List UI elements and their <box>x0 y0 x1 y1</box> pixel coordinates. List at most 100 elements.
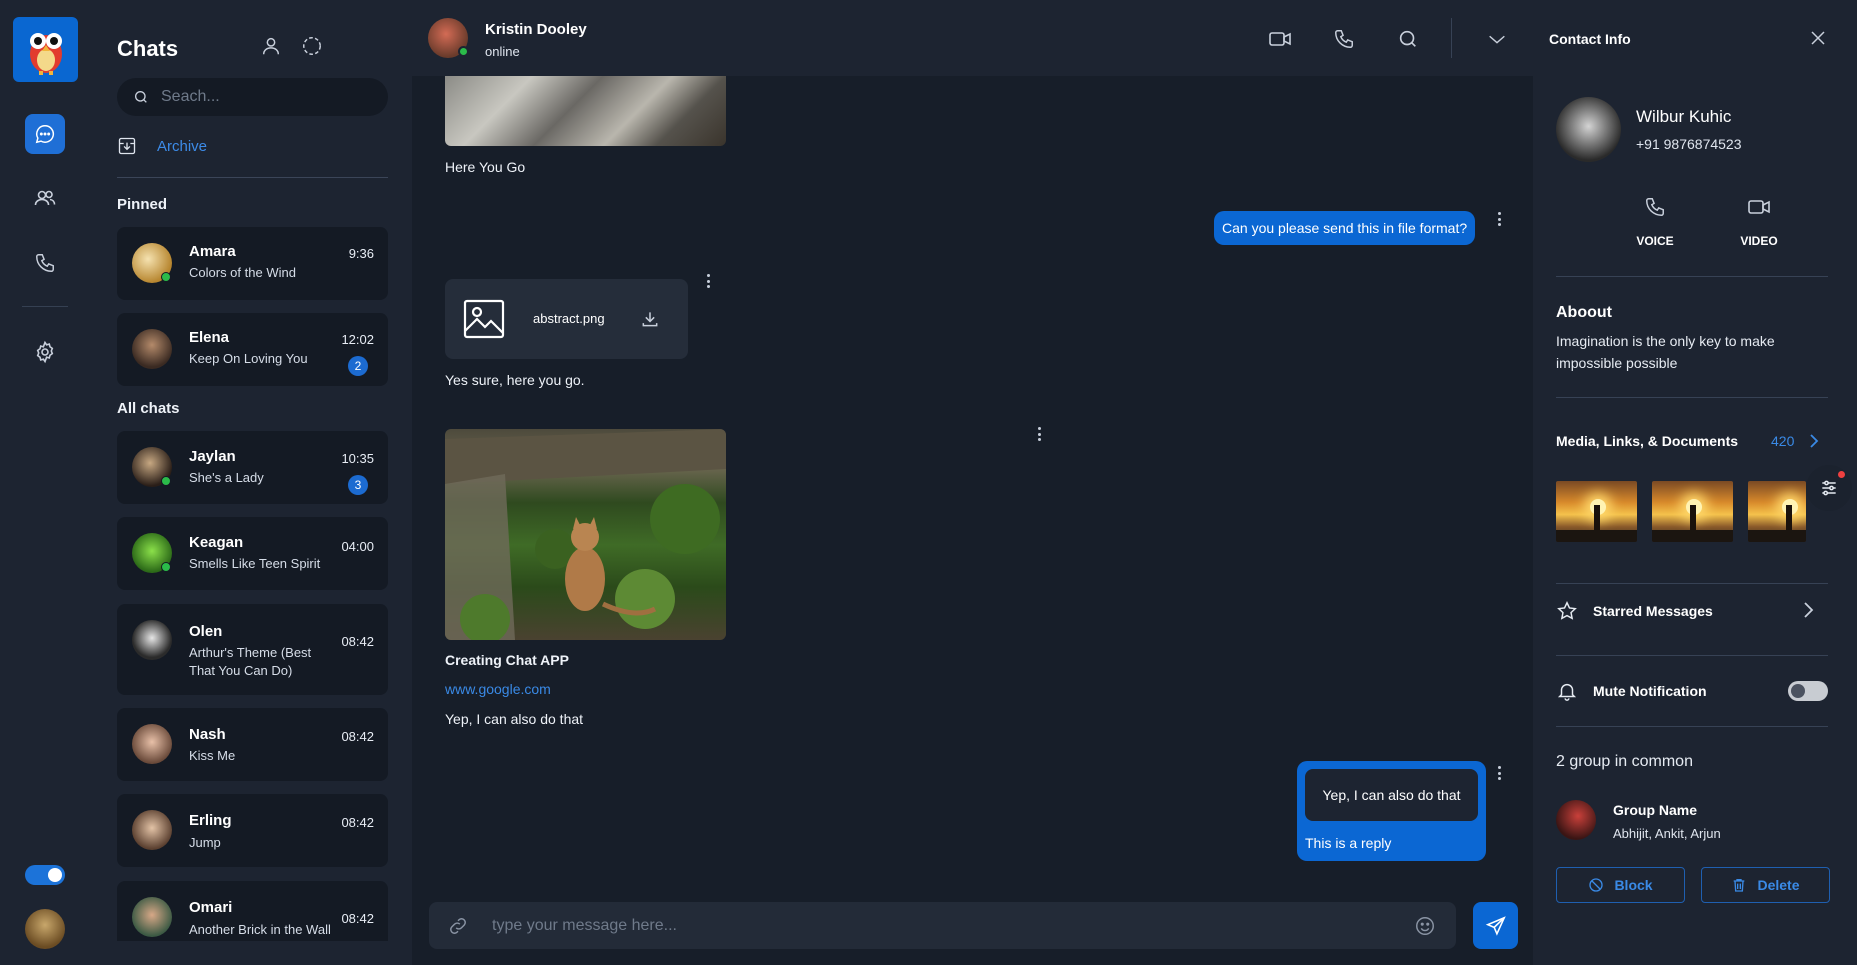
media-thumbnail[interactable] <box>1556 481 1637 542</box>
send-button[interactable] <box>1473 902 1518 949</box>
media-count[interactable]: 420 <box>1771 433 1794 449</box>
trash-icon <box>1734 879 1745 892</box>
message-menu-icon[interactable] <box>1035 425 1043 443</box>
message-menu-icon[interactable] <box>1495 210 1503 228</box>
message-menu-icon[interactable] <box>1495 764 1503 782</box>
section-divider <box>1556 726 1828 727</box>
search-bar[interactable] <box>117 78 388 116</box>
avatar <box>132 329 172 369</box>
toggle-knob <box>48 868 62 882</box>
chat-item-nash[interactable]: Nash Kiss Me 08:42 <box>117 708 388 781</box>
search-messages-button[interactable] <box>1395 26 1421 52</box>
chat-time: 9:36 <box>348 246 374 261</box>
star-icon <box>1557 601 1577 620</box>
chat-list-panel: Chats Archive Pinned Amara Colors of the… <box>89 0 412 965</box>
rail-divider <box>22 306 68 307</box>
chat-preview: Keep On Loving You <box>189 351 308 366</box>
chat-preview: She's a Lady <box>189 470 264 485</box>
filter-button[interactable] <box>1806 465 1852 511</box>
media-thumbnail[interactable] <box>1652 481 1733 542</box>
download-icon[interactable] <box>640 309 660 329</box>
notification-dot <box>1838 471 1845 478</box>
close-button[interactable] <box>1806 26 1830 50</box>
conversation-panel: Kristin Dooley online Here You Go Can yo… <box>412 0 1533 965</box>
mute-toggle[interactable] <box>1788 681 1828 701</box>
outgoing-message: Can you please send this in file format? <box>1214 211 1476 245</box>
message-text: Yep, I can also do that <box>445 711 584 727</box>
chevron-right-icon[interactable] <box>1802 601 1814 619</box>
chat-item-jaylan[interactable]: Jaylan She's a Lady 10:35 3 <box>117 431 388 504</box>
mute-notification-row: Mute Notification <box>1556 680 1707 702</box>
chat-item-olen[interactable]: Olen Arthur's Theme (Best That You Can D… <box>117 604 388 695</box>
profile-button[interactable] <box>259 34 283 58</box>
message-link[interactable]: www.google.com <box>445 681 551 697</box>
nav-groups-button[interactable] <box>25 178 65 218</box>
group-avatar[interactable] <box>1556 800 1596 840</box>
message-menu-icon[interactable] <box>704 272 712 290</box>
chat-item-amara[interactable]: Amara Colors of the Wind 9:36 <box>117 227 388 300</box>
nav-chats-button[interactable] <box>25 114 65 154</box>
delete-button[interactable]: Delete <box>1701 867 1830 903</box>
chevron-right-icon[interactable] <box>1808 433 1820 449</box>
archive-link[interactable]: Archive <box>117 136 207 156</box>
user-icon <box>262 37 280 55</box>
message-input[interactable] <box>492 914 1342 938</box>
avatar <box>132 897 172 937</box>
starred-messages-row[interactable]: Starred Messages <box>1556 600 1713 622</box>
chat-name: Nash <box>189 726 226 743</box>
video-call-action[interactable]: VIDEO <box>1729 195 1789 248</box>
search-input[interactable] <box>161 88 361 106</box>
contact-name[interactable]: Kristin Dooley <box>485 21 587 38</box>
image-file-icon <box>463 299 505 339</box>
chat-item-erling[interactable]: Erling Jump 08:42 <box>117 794 388 867</box>
nav-settings-button[interactable] <box>25 332 65 372</box>
phone-icon <box>1646 198 1664 216</box>
quoted-message[interactable]: Yep, I can also do that <box>1305 769 1478 821</box>
search-icon <box>1399 30 1416 47</box>
video-camera-icon <box>1748 200 1770 214</box>
chat-item-keagan[interactable]: Keagan Smells Like Teen Spirit 04:00 <box>117 517 388 590</box>
nav-calls-button[interactable] <box>25 243 65 283</box>
media-thumbnail[interactable] <box>1748 481 1806 542</box>
video-call-button[interactable] <box>1267 26 1293 52</box>
online-indicator <box>458 46 469 57</box>
file-name: abstract.png <box>533 311 605 326</box>
header-divider <box>1451 18 1452 58</box>
message-composer <box>429 902 1456 949</box>
emoji-icon[interactable] <box>1414 915 1436 937</box>
chat-item-elena[interactable]: Elena Keep On Loving You 12:02 2 <box>117 313 388 386</box>
chat-item-omari[interactable]: Omari Another Brick in the Wall 08:42 <box>117 881 388 941</box>
chat-name: Keagan <box>189 534 244 551</box>
voice-label: VOICE <box>1636 234 1674 248</box>
chat-name: Jaylan <box>189 448 236 465</box>
theme-toggle[interactable] <box>25 865 65 885</box>
phone-icon <box>1335 30 1353 48</box>
voice-call-button[interactable] <box>1331 26 1357 52</box>
starred-label: Starred Messages <box>1593 603 1713 619</box>
status-button[interactable] <box>300 34 324 58</box>
about-heading: Aboout <box>1556 304 1612 321</box>
sliders-icon <box>1822 480 1836 496</box>
shared-photo[interactable] <box>445 429 726 640</box>
avatar <box>132 724 172 764</box>
pinned-heading: Pinned <box>117 196 168 213</box>
contact-status: online <box>485 44 520 59</box>
toggle-knob <box>1791 684 1805 698</box>
more-options-button[interactable] <box>1484 26 1510 52</box>
user-avatar[interactable] <box>25 909 65 949</box>
group-name[interactable]: Group Name <box>1613 802 1697 818</box>
chat-time: 10:35 <box>341 451 374 466</box>
file-attachment[interactable]: abstract.png <box>445 279 688 359</box>
contact-name: Wilbur Kuhic <box>1636 107 1732 126</box>
block-button[interactable]: Block <box>1556 867 1685 903</box>
voice-call-action[interactable]: VOICE <box>1625 195 1685 248</box>
attachment-link-icon[interactable] <box>447 915 469 937</box>
chat-preview: Kiss Me <box>189 748 236 763</box>
message-text: Yes sure, here you go. <box>445 372 585 388</box>
section-divider <box>1556 583 1828 584</box>
app-logo[interactable] <box>13 17 78 82</box>
shared-image[interactable] <box>445 76 726 146</box>
bell-icon <box>1557 683 1577 701</box>
chat-preview: Jump <box>189 835 221 850</box>
owl-logo-icon <box>29 32 62 75</box>
